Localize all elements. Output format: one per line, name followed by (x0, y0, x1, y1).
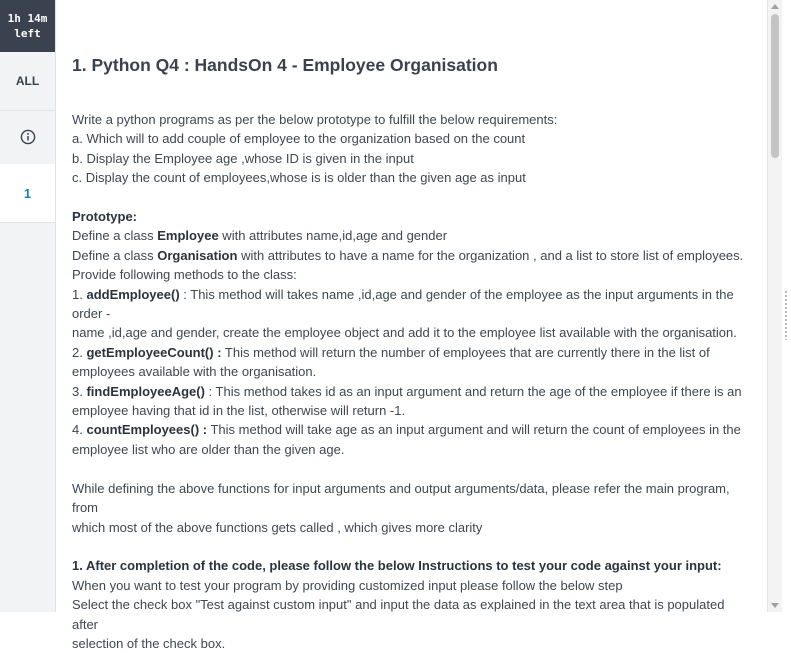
question-content: 1. Python Q4 : HandsOn 4 - Employee Orga… (72, 0, 744, 651)
prototype-heading: Prototype: (72, 209, 137, 225)
nav-info[interactable] (0, 110, 55, 165)
nav-all-questions[interactable]: ALL (0, 52, 55, 111)
method-count-employees: 4. countEmployees() : This method will t… (72, 422, 741, 438)
instruction-line: selection of the check box. (72, 635, 226, 651)
time-remaining-label: left (14, 27, 41, 40)
scrollbar-thumb[interactable] (771, 14, 779, 158)
scroll-down-arrow-icon[interactable] (771, 603, 779, 608)
nav-question-1-label: 1 (23, 185, 32, 201)
nav-all-label: ALL (15, 74, 40, 88)
method-count-employees-cont: employee list who are older than the giv… (72, 441, 345, 457)
method-get-employee-count: 2. getEmployeeCount() : This method will… (72, 344, 710, 360)
scroll-up-arrow-icon[interactable] (771, 4, 779, 9)
info-circle-icon (20, 129, 35, 145)
methods-intro: Provide following methods to the class: (72, 267, 297, 283)
method-find-employee-age-cont: employee having that id in the list, oth… (72, 403, 406, 419)
intro-line: c. Display the count of employees,whose … (72, 170, 526, 186)
question-title: 1. Python Q4 : HandsOn 4 - Employee Orga… (72, 55, 498, 75)
time-remaining: 1h 14m left (0, 0, 55, 52)
question-sidebar: 1h 14m left ALL 1 (0, 0, 56, 612)
organisation-class-line: Define a class Organisation with attribu… (72, 247, 744, 263)
instructions-heading: 1. After completion of the code, please … (72, 558, 722, 574)
method-find-employee-age: 3. findEmployeeAge() : This method takes… (72, 383, 742, 399)
time-remaining-value: 1h 14m (7, 12, 48, 25)
vertical-scrollbar[interactable] (767, 0, 782, 612)
instruction-line: Select the check box "Test against custo… (72, 597, 725, 632)
intro-line: b. Display the Employee age ,whose ID is… (72, 150, 414, 166)
intro-line: a. Which will to add couple of employee … (72, 131, 526, 147)
employee-class-line: Define a class Employee with attributes … (72, 228, 448, 244)
method-add-employee: 1. addEmployee() : This method will take… (72, 286, 734, 322)
method-add-employee-cont: name ,id,age and gender, create the empl… (72, 325, 737, 341)
instruction-line: When you want to test your program by pr… (72, 577, 623, 593)
intro-line: Write a python programs as per the below… (72, 112, 558, 127)
method-get-employee-count-cont: employees available with the organisatio… (72, 364, 317, 380)
panel-resize-grip-icon[interactable] (784, 290, 788, 340)
question-description: Write a python programs as per the below… (72, 110, 744, 653)
defining-note-line: which most of the above functions gets c… (72, 519, 483, 535)
nav-question-1[interactable]: 1 (0, 164, 55, 223)
defining-note-line: While defining the above functions for i… (72, 480, 730, 516)
